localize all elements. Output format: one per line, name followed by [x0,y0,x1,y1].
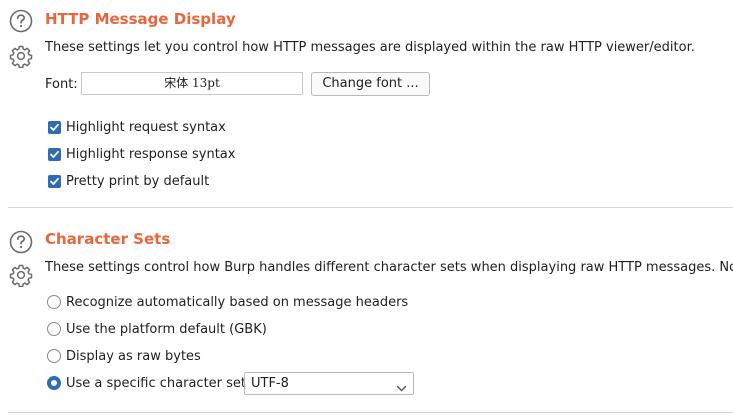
radio-button[interactable] [47,349,61,363]
radio-platform-default[interactable]: Use the platform default (GBK) [47,320,267,338]
change-font-button[interactable]: Change font ... [311,72,430,96]
checkmark-icon [50,177,59,185]
help-icon[interactable] [9,230,33,254]
checkbox-pretty-print[interactable]: Pretty print by default [48,172,209,190]
radio-label: Recognize automatically based on message… [66,294,409,310]
radio-button[interactable] [47,322,61,336]
checkbox-label: Highlight response syntax [66,146,236,162]
section-description: These settings control how Burp handles … [45,260,733,275]
checkbox[interactable] [48,120,61,134]
section-description: These settings let you control how HTTP … [45,40,695,55]
font-label: Font: [45,77,78,92]
gear-icon[interactable] [9,44,33,68]
radio-button[interactable] [47,295,61,309]
help-icon[interactable] [9,9,33,33]
radio-label: Use a specific character set: [66,375,251,391]
radio-recognize-automatically[interactable]: Recognize automatically based on message… [47,293,408,311]
radio-label: Display as raw bytes [66,348,201,364]
section-title-character-sets: Character Sets [45,230,171,248]
radio-specific-charset[interactable]: Use a specific character set: [47,374,250,392]
charset-select-value: UTF-8 [251,376,289,391]
radio-label: Use the platform default (GBK) [66,321,267,337]
checkbox-label: Pretty print by default [66,173,210,189]
gear-icon[interactable] [9,263,33,287]
section-divider [8,207,733,208]
font-field[interactable]: 宋体 13pt [81,72,303,95]
checkbox-highlight-response-syntax[interactable]: Highlight response syntax [48,145,235,163]
checkmark-icon [50,150,59,158]
radio-button-selected[interactable] [47,376,61,390]
section-title-http-message-display: HTTP Message Display [45,10,236,28]
radio-raw-bytes[interactable]: Display as raw bytes [47,347,201,365]
checkbox-highlight-request-syntax[interactable]: Highlight request syntax [48,118,226,136]
section-divider [8,412,733,413]
checkmark-icon [50,123,59,131]
checkbox[interactable] [48,147,61,161]
checkbox[interactable] [48,174,61,188]
settings-page: HTTP Message Display These settings let … [0,0,733,415]
chevron-down-icon [396,379,407,400]
charset-select[interactable]: UTF-8 [244,372,414,395]
checkbox-label: Highlight request syntax [66,119,226,135]
